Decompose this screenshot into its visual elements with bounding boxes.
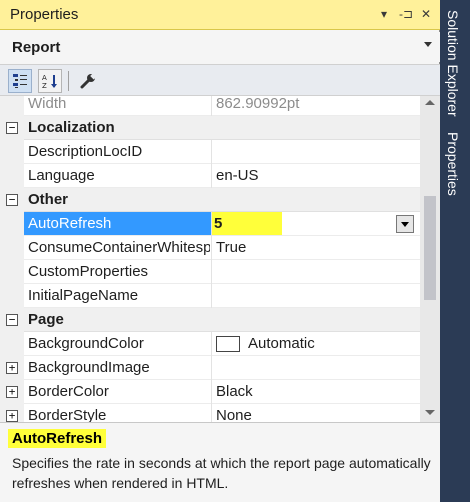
column-divider[interactable] <box>211 140 212 164</box>
property-name: AutoRefresh <box>24 212 211 235</box>
property-value[interactable]: 862.90992pt <box>216 96 416 112</box>
row-gutter <box>0 140 24 164</box>
scroll-up-arrow-icon[interactable] <box>425 100 435 105</box>
row-gutter <box>0 332 24 356</box>
row-gutter <box>0 164 24 188</box>
property-value-input[interactable]: 5 <box>212 212 282 235</box>
column-divider[interactable] <box>211 260 212 284</box>
property-row[interactable]: Language en-US <box>0 164 420 188</box>
categorized-button[interactable] <box>8 69 32 93</box>
property-row[interactable]: AutoRefresh 5 <box>0 212 420 236</box>
property-row[interactable]: + BorderColor Black <box>0 380 420 404</box>
value-dropdown-button[interactable] <box>396 215 414 233</box>
column-divider[interactable] <box>211 284 212 308</box>
property-name: Localization <box>28 119 115 136</box>
property-name: Width <box>28 96 67 112</box>
categorized-icon <box>13 74 27 88</box>
row-gutter <box>0 212 24 236</box>
column-divider[interactable] <box>211 356 212 380</box>
description-title: AutoRefresh <box>8 429 107 448</box>
property-row[interactable]: + BorderStyle None <box>0 404 420 422</box>
category-row[interactable]: − Other <box>0 188 420 212</box>
column-divider[interactable] <box>211 96 212 116</box>
property-name: BorderColor <box>28 383 109 400</box>
row-gutter <box>0 284 24 308</box>
side-tab-bar: Solution Explorer Properties <box>440 0 470 502</box>
window-position-dropdown-icon[interactable]: ▾ <box>376 5 392 23</box>
collapse-toggle-icon[interactable]: − <box>6 122 18 134</box>
properties-toolbar: A Z <box>0 64 440 96</box>
expand-toggle-icon[interactable]: + <box>6 410 18 422</box>
wrench-icon <box>80 73 96 89</box>
collapse-toggle-icon[interactable]: − <box>6 314 18 326</box>
property-name: ConsumeContainerWhitespace <box>28 239 210 256</box>
property-grid: Width 862.90992pt − Localization Description… <box>0 96 420 422</box>
property-pages-button[interactable] <box>76 69 100 93</box>
property-name: BackgroundColor <box>28 335 144 352</box>
tab-solution-explorer[interactable]: Solution Explorer <box>445 10 461 117</box>
property-value[interactable]: en-US <box>216 167 416 184</box>
category-row[interactable]: − Page <box>0 308 420 332</box>
row-gutter <box>0 260 24 284</box>
auto-hide-pin-icon[interactable]: ‑⊐ <box>396 5 416 23</box>
scroll-down-arrow-icon[interactable] <box>425 410 435 415</box>
window-title: Properties <box>10 6 79 23</box>
scrollbar-thumb[interactable] <box>424 196 436 300</box>
property-name: CustomProperties <box>28 263 149 280</box>
property-name: InitialPageName <box>28 287 139 304</box>
alphabetical-icon: A Z <box>42 74 57 89</box>
property-name: BorderStyle <box>28 407 107 422</box>
property-value[interactable]: None <box>216 407 416 422</box>
category-row[interactable]: − Localization <box>0 116 420 140</box>
chevron-down-icon[interactable] <box>424 42 432 47</box>
column-divider[interactable] <box>211 404 212 422</box>
property-value[interactable]: Automatic <box>248 335 420 352</box>
row-gutter <box>0 236 24 260</box>
column-divider[interactable] <box>211 236 212 260</box>
object-selector[interactable]: Report <box>0 32 440 62</box>
expand-toggle-icon[interactable]: + <box>6 362 18 374</box>
column-divider[interactable] <box>211 380 212 404</box>
collapse-toggle-icon[interactable]: − <box>6 194 18 206</box>
toolbar-separator <box>68 71 69 91</box>
property-row[interactable]: ConsumeContainerWhitespace True <box>0 236 420 260</box>
description-pane: AutoRefresh Specifies the rate in second… <box>0 422 440 502</box>
property-row[interactable]: + BackgroundImage <box>0 356 420 380</box>
expand-toggle-icon[interactable]: + <box>6 386 18 398</box>
close-icon[interactable]: ✕ <box>418 5 434 23</box>
row-gutter <box>0 96 24 116</box>
color-swatch <box>216 336 240 352</box>
property-row[interactable]: CustomProperties <box>0 260 420 284</box>
property-row[interactable]: BackgroundColor Automatic <box>0 332 420 356</box>
column-divider[interactable] <box>211 332 212 356</box>
alphabetical-button[interactable]: A Z <box>38 69 62 93</box>
title-bar: Properties ▾ ‑⊐ ✕ <box>0 0 440 30</box>
property-value[interactable]: Black <box>216 383 416 400</box>
tab-properties[interactable]: Properties <box>445 132 461 196</box>
property-name: Language <box>28 167 95 184</box>
property-name: Other <box>28 191 69 208</box>
svg-text:A: A <box>42 74 47 82</box>
property-name: Page <box>28 311 64 328</box>
object-selector-value: Report <box>12 39 61 56</box>
properties-panel: Properties ▾ ‑⊐ ✕ Report A Z Width 862.9… <box>0 0 440 502</box>
vertical-scrollbar[interactable] <box>420 96 440 422</box>
property-row[interactable]: Width 862.90992pt <box>0 96 420 116</box>
column-divider[interactable] <box>211 164 212 188</box>
property-row[interactable]: InitialPageName <box>0 284 420 308</box>
property-row[interactable]: DescriptionLocID <box>0 140 420 164</box>
property-name: BackgroundImage <box>28 359 150 376</box>
description-text: Specifies the rate in seconds at which t… <box>12 455 431 491</box>
property-value[interactable]: True <box>216 239 416 256</box>
svg-text:Z: Z <box>42 82 47 89</box>
property-name: DescriptionLocID <box>28 143 143 160</box>
